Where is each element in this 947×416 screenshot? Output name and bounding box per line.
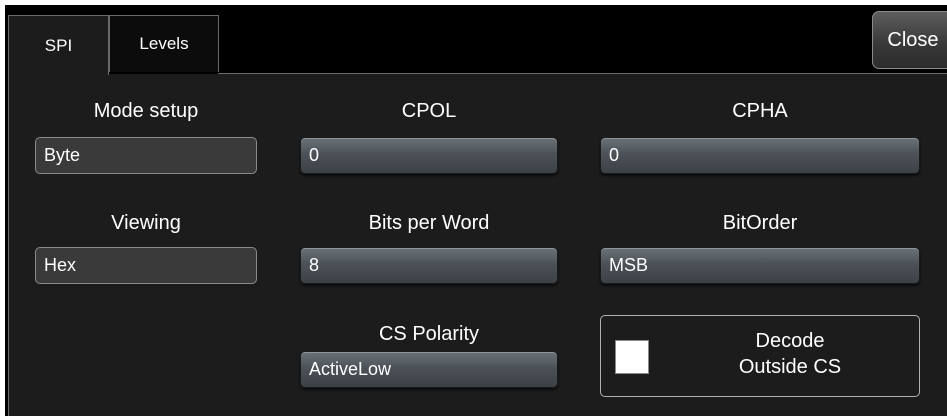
bits-per-word-label: Bits per Word — [368, 212, 490, 234]
decode-outside-cs-checkbox[interactable] — [615, 340, 649, 374]
bit-order-value: MSB — [609, 255, 649, 275]
close-button[interactable]: Close — [872, 11, 947, 69]
cpha-field[interactable]: 0 — [600, 137, 920, 174]
cpol-value: 0 — [309, 145, 320, 165]
mode-setup-field[interactable]: Byte — [35, 137, 257, 174]
cpha-value: 0 — [609, 145, 620, 165]
viewing-label: Viewing — [111, 212, 181, 234]
bit-order-field[interactable]: MSB — [600, 247, 920, 284]
tab-levels[interactable]: Levels — [109, 15, 219, 72]
viewing-field[interactable]: Hex — [35, 247, 257, 284]
decode-outside-cs-line1: Decode — [755, 330, 825, 352]
tab-levels-label: Levels — [139, 34, 189, 53]
cpha-label: CPHA — [732, 100, 788, 122]
bit-order-label: BitOrder — [722, 212, 798, 234]
cpol-label: CPOL — [401, 100, 457, 122]
bits-per-word-value: 8 — [309, 255, 320, 275]
decode-outside-cs-line2: Outside CS — [738, 356, 842, 378]
cs-polarity-label: CS Polarity — [378, 323, 480, 345]
close-button-label: Close — [887, 28, 939, 51]
decode-outside-cs-text: Decode Outside CS — [661, 328, 919, 380]
tab-spi[interactable]: SPI — [8, 15, 109, 75]
cs-polarity-field[interactable]: ActiveLow — [300, 351, 558, 388]
viewing-value: Hex — [44, 255, 77, 275]
decode-outside-cs-toggle[interactable]: Decode Outside CS — [600, 315, 920, 397]
mode-setup-label: Mode setup — [93, 100, 199, 122]
cs-polarity-value: ActiveLow — [309, 359, 392, 379]
tab-spi-label: SPI — [44, 35, 73, 55]
bits-per-word-field[interactable]: 8 — [300, 247, 558, 284]
mode-setup-value: Byte — [44, 145, 81, 165]
cpol-field[interactable]: 0 — [300, 137, 558, 174]
